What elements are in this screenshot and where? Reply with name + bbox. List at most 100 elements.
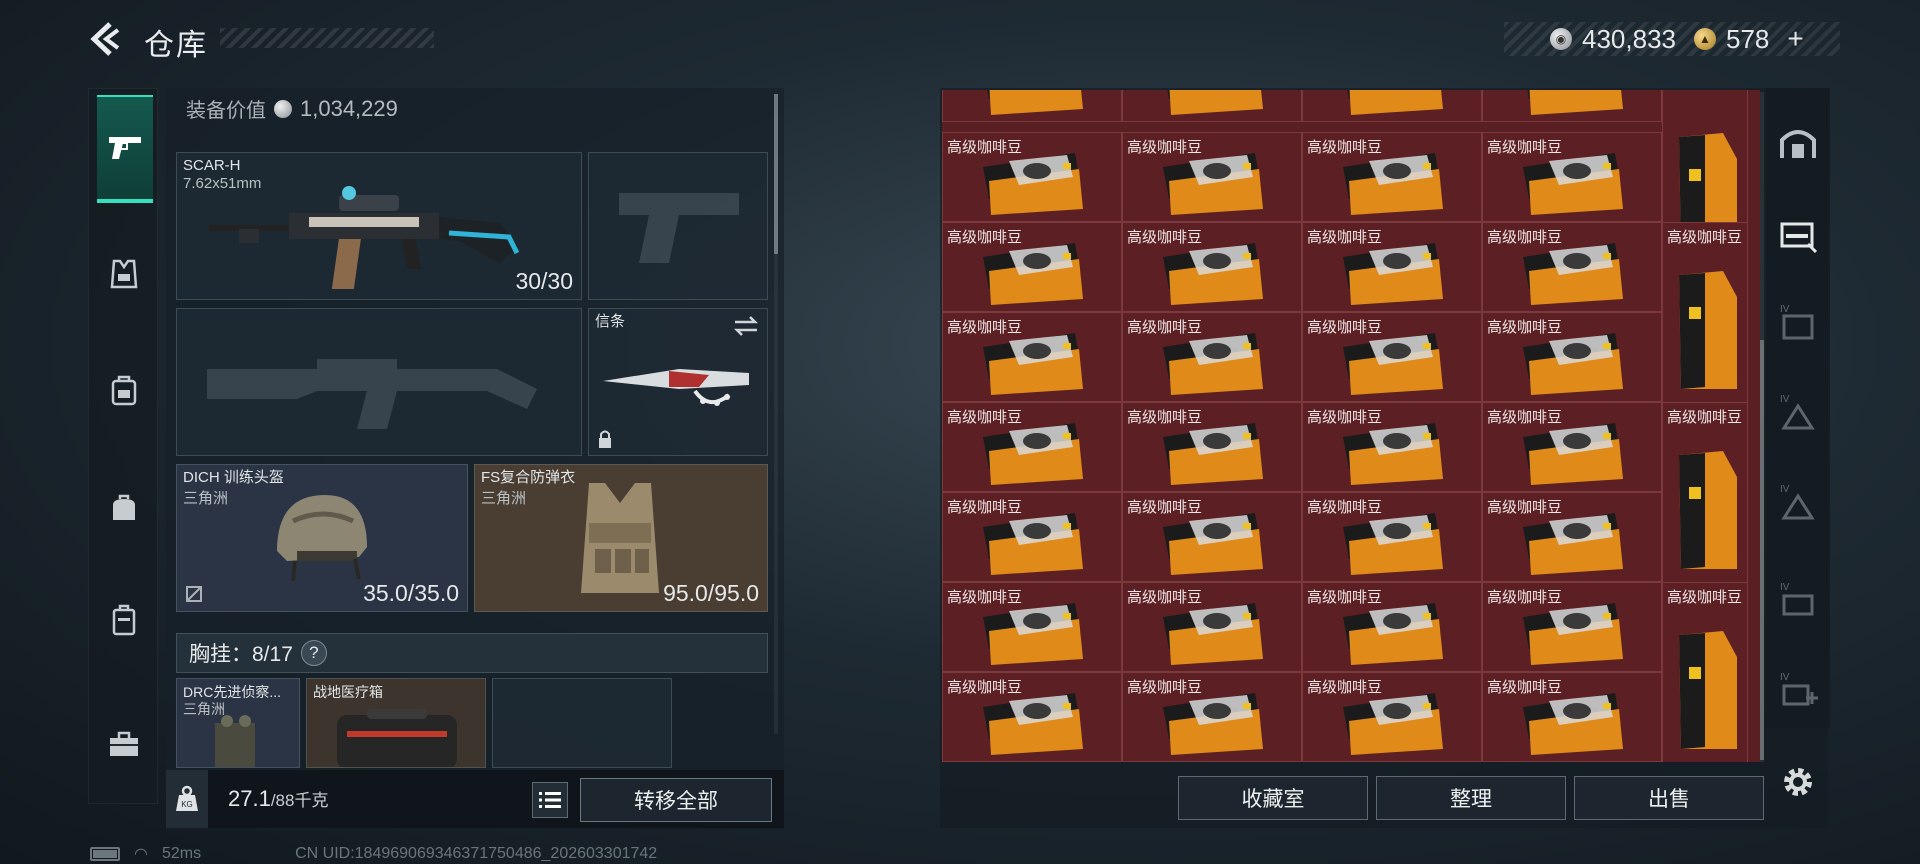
nav-storage-iv-3[interactable]: IV xyxy=(1774,478,1822,526)
item-label: 高级咖啡豆 xyxy=(1307,679,1383,696)
storage-item-coffee-beans[interactable]: 高级咖啡豆 xyxy=(1122,672,1302,762)
loadout-scroll-thumb[interactable] xyxy=(774,94,778,254)
storage-item-coffee-beans[interactable] xyxy=(1482,90,1662,122)
weight-icon: KG xyxy=(166,770,208,828)
storage-item-coffee-beans[interactable]: 高级咖啡豆 xyxy=(1302,402,1482,492)
item-label: 高级咖啡豆 xyxy=(1127,499,1203,516)
rig-item-slot[interactable]: 战地医疗箱 xyxy=(306,678,486,768)
storage-item-coffee-beans[interactable]: 高级咖啡豆 xyxy=(1482,222,1662,312)
nav-backpack[interactable] xyxy=(99,365,149,415)
storage-item-coffee-beans[interactable]: 高级咖啡豆 xyxy=(1482,672,1662,762)
helmet-slot[interactable]: DICH 训练头盔 三角洲 35.0/35.0 xyxy=(176,464,468,612)
transfer-all-button[interactable]: 转移全部 xyxy=(580,778,772,822)
help-icon[interactable]: ? xyxy=(300,640,327,666)
weight-value: 27.1 xyxy=(228,786,271,811)
item-label: 高级咖啡豆 xyxy=(1127,319,1203,336)
coffee-bag-icon xyxy=(983,603,1083,665)
item-label: 高级咖啡豆 xyxy=(1307,229,1383,246)
secondary-primary-slot[interactable] xyxy=(176,308,582,456)
storage-item-coffee-beans[interactable]: 高级咖啡豆 xyxy=(942,582,1122,672)
bag-icon xyxy=(113,494,135,520)
storage-item-coffee-beans[interactable]: 高级咖啡豆 xyxy=(1302,312,1482,402)
settings-button[interactable] xyxy=(1774,758,1822,806)
storage-item-coffee-beans-large[interactable]: 高级咖啡豆 xyxy=(1662,402,1748,586)
storage-item-coffee-beans[interactable]: 高级咖啡豆 xyxy=(1122,222,1302,312)
storage-item-coffee-beans[interactable] xyxy=(942,90,1122,122)
nav-bag[interactable] xyxy=(99,483,149,533)
currency-bar: ◉ 430,833 ▲ 578 + xyxy=(1504,22,1840,56)
melee-slot[interactable]: 信条 xyxy=(588,308,768,456)
storage-item-coffee-beans[interactable]: 高级咖啡豆 xyxy=(1122,492,1302,582)
list-view-button[interactable] xyxy=(532,782,568,818)
back-button[interactable] xyxy=(88,20,122,58)
armor-slot[interactable]: FS复合防弹衣 三角洲 95.0/95.0 xyxy=(474,464,768,612)
storage-item-coffee-beans[interactable] xyxy=(1302,90,1482,122)
storage-scroll-thumb[interactable] xyxy=(1760,340,1764,760)
storage-grid: 高级咖啡豆 高级咖啡豆 高级咖啡豆 高级咖啡豆 高级咖啡豆 高级咖啡豆 高级咖啡豆 高级咖啡豆… xyxy=(942,90,1760,762)
nav-storage-iv-1[interactable]: IV xyxy=(1774,298,1822,346)
item-label: 高级咖啡豆 xyxy=(947,679,1023,696)
storage-item-coffee-beans[interactable]: 高级咖啡豆 xyxy=(1122,132,1302,222)
case-icon xyxy=(112,604,136,636)
swap-icon[interactable] xyxy=(733,315,759,337)
rig-empty-slot[interactable] xyxy=(492,678,672,768)
storage-item-coffee-beans[interactable]: 高级咖啡豆 xyxy=(942,672,1122,762)
storage-item-coffee-beans[interactable]: 高级咖啡豆 xyxy=(942,222,1122,312)
collection-room-button[interactable]: 收藏室 xyxy=(1178,776,1368,820)
storage-item-coffee-beans[interactable]: 高级咖啡豆 xyxy=(1482,132,1662,222)
gun-storage-icon xyxy=(1780,222,1818,254)
armor-durability: 95.0/95.0 xyxy=(663,580,759,606)
storage-item-coffee-beans[interactable]: 高级咖啡豆 xyxy=(1302,222,1482,312)
rig-item-slot[interactable]: DRC先进侦察... 三角洲 xyxy=(176,678,300,768)
storage-item-coffee-beans[interactable]: 高级咖啡豆 xyxy=(1302,672,1482,762)
storage-item-coffee-beans[interactable]: 高级咖啡豆 xyxy=(1482,582,1662,672)
organize-button[interactable]: 整理 xyxy=(1376,776,1566,820)
add-currency-button[interactable]: + xyxy=(1787,23,1803,55)
nav-storage-iv-4[interactable]: IV xyxy=(1774,576,1822,624)
coffee-bag-icon xyxy=(1523,333,1623,395)
nav-weapons[interactable] xyxy=(97,95,153,203)
storage-item-coffee-beans[interactable] xyxy=(1122,90,1302,122)
nav-armor[interactable] xyxy=(99,249,149,299)
storage-item-coffee-beans-large[interactable]: 高级咖啡豆 xyxy=(1662,582,1748,762)
storage-item-coffee-beans[interactable]: 高级咖啡豆 xyxy=(1302,492,1482,582)
storage-item-coffee-beans[interactable]: 高级咖啡豆 xyxy=(942,312,1122,402)
storage-iv-icon: IV xyxy=(1780,484,1815,520)
vest-icon xyxy=(110,259,138,289)
gold-coin-icon: ▲ xyxy=(1693,28,1716,50)
storage-item-coffee-beans[interactable]: 高级咖啡豆 xyxy=(1482,492,1662,582)
storage-item-coffee-beans[interactable]: 高级咖啡豆 xyxy=(1482,402,1662,492)
rifle-silhouette-icon xyxy=(207,359,537,429)
item-label: 高级咖啡豆 xyxy=(1667,589,1743,606)
storage-item-coffee-beans[interactable]: 高级咖啡豆 xyxy=(942,132,1122,222)
nav-gun-storage[interactable] xyxy=(1774,212,1822,260)
storage-item-coffee-beans[interactable]: 高级咖啡豆 xyxy=(942,402,1122,492)
lock-icon xyxy=(599,430,611,448)
storage-item-coffee-beans-large[interactable]: 高级咖啡豆 xyxy=(1662,222,1748,406)
storage-item-coffee-beans[interactable]: 高级咖啡豆 xyxy=(1302,132,1482,222)
secondary-weapon-slot[interactable] xyxy=(588,152,768,300)
nav-case[interactable] xyxy=(99,595,149,645)
toolbox-icon xyxy=(110,731,138,756)
storage-item-coffee-beans[interactable]: 高级咖啡豆 xyxy=(942,492,1122,582)
nav-storage-iv-add[interactable]: IV xyxy=(1774,666,1822,714)
storage-item-coffee-beans[interactable]: 高级咖啡豆 xyxy=(1122,582,1302,672)
item-label: 高级咖啡豆 xyxy=(1307,139,1383,156)
coffee-bag-icon xyxy=(1163,603,1263,665)
page-title: 仓库 xyxy=(144,29,208,62)
coffee-bag-icon xyxy=(1343,423,1443,485)
coffee-bag-icon xyxy=(1523,693,1623,755)
chest-rig-header: 胸挂：8/17 ? xyxy=(176,633,768,673)
storage-item-coffee-beans[interactable]: 高级咖啡豆 xyxy=(1122,312,1302,402)
nav-shelter[interactable] xyxy=(1774,118,1822,166)
nav-toolbox[interactable] xyxy=(99,719,149,769)
item-label: 高级咖啡豆 xyxy=(1127,409,1203,426)
nav-storage-iv-2[interactable]: IV xyxy=(1774,388,1822,436)
storage-item-coffee-beans[interactable]: 高级咖啡豆 xyxy=(1302,582,1482,672)
primary-weapon-slot[interactable]: SCAR-H 7.62x51mm 30/30 xyxy=(176,152,582,300)
coffee-bag-icon xyxy=(987,90,1083,115)
coffee-bag-icon xyxy=(983,423,1083,485)
storage-item-coffee-beans[interactable]: 高级咖啡豆 xyxy=(1482,312,1662,402)
sell-button[interactable]: 出售 xyxy=(1574,776,1764,820)
storage-item-coffee-beans[interactable]: 高级咖啡豆 xyxy=(1122,402,1302,492)
